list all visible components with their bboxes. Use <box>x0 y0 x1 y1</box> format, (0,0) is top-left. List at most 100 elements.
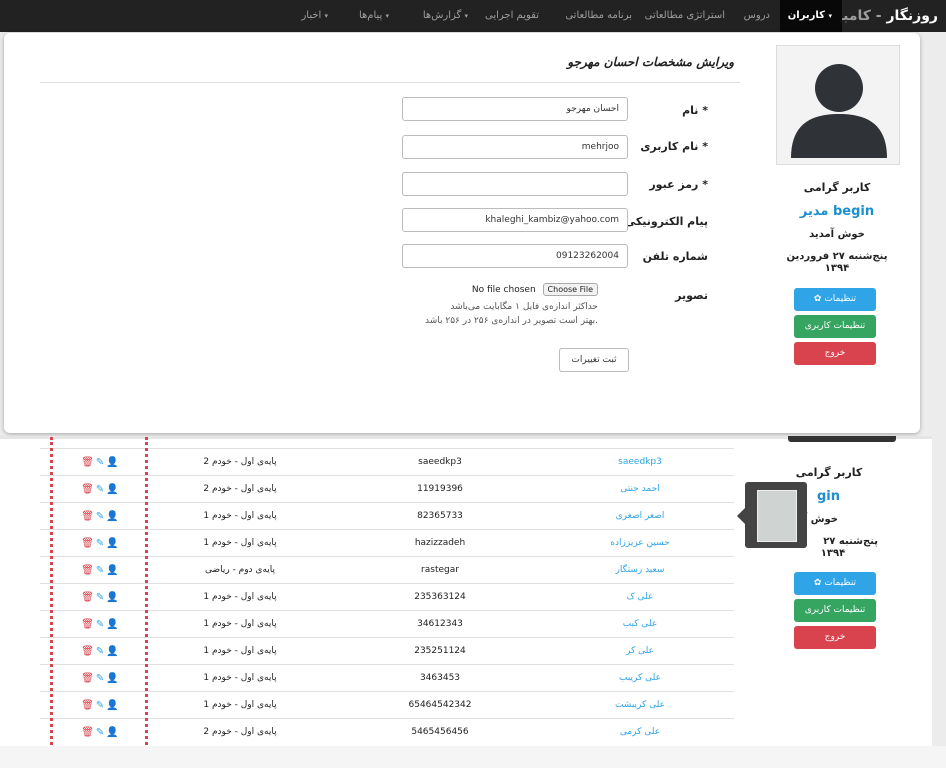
sidebar-date: پنج‌شنبه ۲۷ فروردین <box>786 251 888 262</box>
brand-logo[interactable]: روزنگار - کامبیز <box>829 0 938 32</box>
logout-button[interactable]: خروج <box>794 342 876 365</box>
user-name-link[interactable]: saeedkp3 <box>570 449 710 476</box>
username-field[interactable] <box>402 135 628 159</box>
group-cell: پایه‌ی اول - خودم 1 <box>203 592 277 602</box>
nav-messages[interactable]: پیام‌ها ▾ <box>359 0 391 32</box>
sidebar-year: ۱۳۹۴ <box>824 263 850 274</box>
partial-button <box>788 436 896 442</box>
settings-button[interactable]: ✿ تنظیمات <box>794 572 876 595</box>
actions-column-highlight <box>50 437 148 763</box>
user-silhouette-icon <box>791 64 887 158</box>
user-name-link[interactable]: علی کرمی <box>570 719 710 746</box>
group-cell: پایه‌ی اول - خودم 2 <box>203 727 277 737</box>
user-settings-button[interactable]: تنظیمات کاربری <box>794 599 876 622</box>
sidebar-role: مدیر begin <box>799 204 875 219</box>
user-settings-button[interactable]: تنظیمات کاربری <box>794 315 876 338</box>
username-label: نام کاربری * <box>640 140 708 153</box>
logout-button[interactable]: خروج <box>794 626 876 649</box>
group-cell: پایه‌ی اول - خودم 2 <box>203 457 277 467</box>
sidebar-date: پنج‌شنبه ۲۷ <box>823 536 878 547</box>
password-label: رمز عبور * <box>649 178 708 191</box>
chevron-down-icon: ▾ <box>828 12 832 20</box>
nav-messages-label: پیام‌ها <box>358 10 383 21</box>
nav-courses[interactable]: دروس <box>744 0 770 32</box>
nav-news[interactable]: اخبار ▾ <box>301 0 330 32</box>
file-dimension-hint: بهتر است تصویر در اندازه‌ی ۲۵۶ در ۲۵۶ با… <box>425 316 598 326</box>
save-changes-button[interactable]: ثبت تغییرات <box>559 348 629 372</box>
nav-reports[interactable]: گزارش‌ها ▾ <box>423 0 470 32</box>
username-cell: 65464542342 <box>408 700 472 710</box>
user-name-link[interactable]: علی کبب <box>570 611 710 638</box>
username-cell: 82365733 <box>417 511 463 521</box>
chevron-down-icon: ▾ <box>324 12 328 20</box>
user-name-link[interactable]: احمد جنتی <box>570 476 710 503</box>
user-name-link[interactable]: حسین عزیززاده <box>570 530 710 557</box>
sidebar-year: ۱۳۹۴ <box>820 548 846 559</box>
user-name-link[interactable]: علی کریبشت <box>570 692 710 719</box>
username-cell: saeedkp3 <box>418 457 462 467</box>
username-cell: 235363124 <box>414 592 466 602</box>
name-label: نام * <box>682 104 708 117</box>
phone-field[interactable] <box>402 244 628 268</box>
page-edge <box>932 436 946 746</box>
email-field[interactable] <box>402 208 628 232</box>
image-label: تصویر <box>675 289 708 302</box>
group-cell: پایه‌ی اول - خودم 1 <box>203 646 277 656</box>
group-cell: پایه‌ی اول - خودم 1 <box>203 511 277 521</box>
group-cell: پایه‌ی اول - خودم 1 <box>203 700 277 710</box>
edit-profile-card: کاربر گرامی مدیر begin خوش آمدید پنج‌شنب… <box>4 33 920 433</box>
chevron-down-icon: ▾ <box>385 12 389 20</box>
username-cell: 3463453 <box>419 673 461 683</box>
group-cell: پایه‌ی دوم - ریاضی <box>204 565 276 575</box>
nav-news-label: اخبار <box>301 10 322 21</box>
username-cell: rastegar <box>421 565 459 575</box>
user-name-link[interactable]: علی کر <box>570 638 710 665</box>
file-input[interactable]: No file chosen Choose File <box>472 283 598 296</box>
image-preview-popover <box>737 482 807 548</box>
nav-calendar-label: تقویم اجرایی <box>485 10 539 21</box>
sidebar-welcome: خوش آمدید <box>809 229 865 240</box>
user-name-link[interactable]: علی ک <box>570 584 710 611</box>
avatar <box>776 45 900 165</box>
group-cell: پایه‌ی اول - خودم 1 <box>203 538 277 548</box>
divider <box>40 82 740 83</box>
user-name-link[interactable]: علی کریبب <box>570 665 710 692</box>
sidebar-greeting: کاربر گرامی <box>795 466 863 479</box>
chevron-down-icon: ▾ <box>464 12 468 20</box>
nav-study-strategy-label: استراتژی مطالعاتی <box>644 10 725 21</box>
group-cell: پایه‌ی اول - خودم 1 <box>203 619 277 629</box>
nav-study-plan[interactable]: برنامه مطالعاتی <box>565 0 632 32</box>
file-size-hint: حداکثر اندازه‌ی فایل ۱ مگابایت می‌باشد <box>450 302 598 312</box>
nav-reports-label: گزارش‌ها <box>422 10 462 21</box>
nav-study-plan-label: برنامه مطالعاتی <box>565 10 632 21</box>
username-cell: 5465456456 <box>411 727 469 737</box>
group-cell: پایه‌ی اول - خودم 1 <box>203 673 277 683</box>
choose-file-button[interactable]: Choose File <box>542 283 598 296</box>
username-cell: 11919396 <box>417 484 463 494</box>
page-footer-strip <box>0 746 946 768</box>
brand-main: روزنگار <box>886 8 938 24</box>
file-status: No file chosen <box>471 285 536 295</box>
preview-thumbnail <box>757 490 797 542</box>
phone-label: شماره تلفن <box>642 250 708 263</box>
password-field[interactable] <box>402 172 628 196</box>
nav-study-strategy[interactable]: استراتژی مطالعاتی <box>645 0 725 32</box>
top-navbar: روزنگار - کامبیز کاربران ▾ دروس استراتژی… <box>0 0 946 32</box>
nav-users-label: کاربران <box>787 10 825 21</box>
user-name-link[interactable]: اصغر اصغری <box>570 503 710 530</box>
nav-calendar[interactable]: تقویم اجرایی <box>485 0 539 32</box>
nav-courses-label: دروس <box>743 10 770 21</box>
settings-button[interactable]: ✿ تنظیمات <box>794 288 876 311</box>
name-field[interactable] <box>402 97 628 121</box>
user-name-link[interactable]: سعید رستگار <box>570 557 710 584</box>
sidebar-greeting: کاربر گرامی <box>803 181 871 194</box>
group-cell: پایه‌ی اول - خودم 2 <box>203 484 277 494</box>
popover-arrow <box>737 508 745 524</box>
page-title: ویرایش مشخصات احسان مهرجو <box>567 55 734 69</box>
username-cell: hazizzadeh <box>414 538 466 548</box>
nav-users[interactable]: کاربران ▾ <box>779 0 842 32</box>
edit-profile-section: کاربر گرامی مدیر begin خوش آمدید پنج‌شنب… <box>0 32 946 433</box>
email-label: پیام الکترونیکی <box>624 215 708 228</box>
username-cell: 34612343 <box>417 619 463 629</box>
username-cell: 235251124 <box>414 646 466 656</box>
